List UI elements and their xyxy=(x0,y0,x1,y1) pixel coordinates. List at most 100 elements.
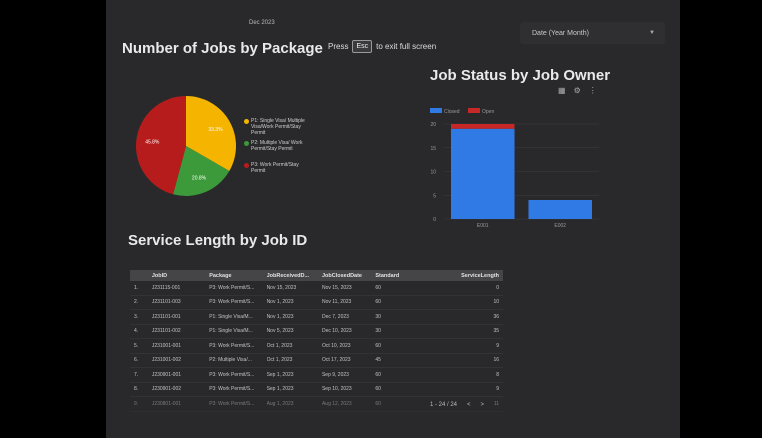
table-cell: 8 xyxy=(496,371,500,378)
title-job-status: Job Status by Job Owner xyxy=(430,67,611,84)
table-cell: 60 xyxy=(375,342,381,349)
legend-dot-p2 xyxy=(244,141,249,146)
table-cell: 3. xyxy=(134,313,139,320)
table-cell: 2. xyxy=(134,299,139,306)
table-row[interactable]: 2. J231101-003 P3: Work Permit/S... Nov 1, … xyxy=(130,296,503,310)
table-cell: Sep 1, 2023 xyxy=(266,386,294,393)
table-cell: Aug 1, 2023 xyxy=(266,400,294,407)
banner-post-text: to exit full screen xyxy=(376,42,437,51)
prev-page-button[interactable]: < xyxy=(467,402,471,408)
banner-pre-text: Press xyxy=(328,42,349,51)
table-row[interactable]: 4. J231101-002 P1: Single Visa/M... Nov 5, … xyxy=(130,325,503,339)
table-cell: P3: Work Permit/S... xyxy=(209,386,255,393)
x-tick-label: E001 xyxy=(477,223,489,229)
table-row[interactable]: 6. J231001-002 P2: Multiple Visa/... Oct 1,… xyxy=(130,354,503,368)
more-vert-icon[interactable]: ⋮ xyxy=(589,86,597,95)
bar-legend-swatch-open xyxy=(468,108,480,113)
table-cell: 7. xyxy=(134,371,139,378)
letterbox-left xyxy=(0,0,106,438)
table-cell: Nov 5, 2023 xyxy=(266,328,294,335)
table-cell: Nov 15, 2023 xyxy=(266,284,297,291)
bar-legend-swatch-closed xyxy=(430,108,442,113)
filter-icon[interactable]: ⚙ xyxy=(574,86,581,95)
table-cell: 9 xyxy=(496,386,500,393)
table-cell: Sep 9, 2023 xyxy=(321,371,349,378)
table-row[interactable]: 8. J230901-002 P3: Work Permit/S... Sep 1, … xyxy=(130,383,503,397)
chevron-down-icon: ▼ xyxy=(649,30,655,36)
bar-e002-closed[interactable] xyxy=(528,200,593,219)
table-cell: P3: Work Permit/S... xyxy=(209,284,255,291)
export-icon[interactable]: ▦ xyxy=(558,86,566,95)
header-month: Dec 2023 xyxy=(249,20,275,26)
legend-label-p3: P3: Work Permit/Stay Permit xyxy=(251,162,299,174)
col-package[interactable]: Package xyxy=(209,273,266,279)
esc-key: Esc xyxy=(352,40,373,53)
next-page-button[interactable]: > xyxy=(481,402,485,408)
table-cell: 60 xyxy=(375,299,381,306)
table-cell: J231001-001 xyxy=(151,342,182,349)
table-cell: Nov 11, 2023 xyxy=(321,299,352,306)
table-cell: Nov 1, 2023 xyxy=(266,313,294,320)
bar-legend-label-open: Open xyxy=(482,109,494,115)
table-pager: 1 - 24 / 24 < > xyxy=(430,402,484,408)
chart-toolbar: ▦ ⚙ ⋮ xyxy=(558,86,597,95)
table-cell: Nov 15, 2023 xyxy=(321,284,352,291)
table-row[interactable]: 3. J231101-001 P1: Single Visa/M... Nov 1, … xyxy=(130,310,503,325)
col-received[interactable]: JobReceivedD... xyxy=(267,273,322,279)
table-cell: Oct 10, 2023 xyxy=(321,342,351,349)
table-cell: 4. xyxy=(134,328,139,335)
legend-dot-p1 xyxy=(244,119,249,124)
y-tick-label: 15 xyxy=(430,146,436,152)
table-cell: 60 xyxy=(375,386,381,393)
table-cell: J230901-001 xyxy=(151,371,182,378)
pie-label-2: 20.8% xyxy=(192,175,207,181)
table-cell: P3: Work Permit/S... xyxy=(209,342,255,349)
table-cell: J231101-002 xyxy=(151,328,181,335)
col-closed[interactable]: JobClosedDate xyxy=(322,273,375,279)
col-standard[interactable]: Standard xyxy=(375,273,415,279)
table-row[interactable]: 1. J231115-001 P3: Work Permit/S... Nov 15,… xyxy=(130,281,503,296)
table-cell: Oct 17, 2023 xyxy=(321,357,351,364)
table-cell: P3: Work Permit/S... xyxy=(209,299,255,306)
pager-range: 1 - 24 / 24 xyxy=(430,402,458,408)
col-jobid[interactable]: JobID xyxy=(152,273,209,279)
table-cell: Dec 10, 2023 xyxy=(321,328,352,335)
table-row[interactable]: 7. J230901-001 P3: Work Permit/S... Sep 1, … xyxy=(130,368,503,383)
y-tick-label: 10 xyxy=(430,170,436,176)
bar-legend-label-closed: Closed xyxy=(444,109,460,115)
date-filter-dropdown[interactable]: Date (Year Month) ▼ xyxy=(520,22,665,44)
col-service-length[interactable]: ServiceLength xyxy=(415,273,503,279)
table-cell: 1. xyxy=(134,284,139,291)
legend-dot-p3 xyxy=(244,163,249,168)
table-cell: 10 xyxy=(493,299,500,306)
date-filter-label: Date (Year Month) xyxy=(532,29,589,37)
table-cell: P1: Single Visa/M... xyxy=(209,328,253,335)
table-cell: Oct 1, 2023 xyxy=(266,342,293,349)
bar-e001-closed[interactable] xyxy=(450,128,515,219)
table-cell: J230901-002 xyxy=(151,386,182,393)
table-cell: Nov 1, 2023 xyxy=(266,299,294,306)
fullscreen-banner: Press Esc to exit full screen xyxy=(328,40,436,53)
table-cell: 16 xyxy=(493,357,500,364)
title-service-length: Service Length by Job ID xyxy=(128,232,308,249)
table-cell: Oct 1, 2023 xyxy=(266,357,293,364)
legend-label-p2: P2: Multiple Visa/ Work Permit/Stay Perm… xyxy=(251,140,303,152)
table-cell: 60 xyxy=(375,371,381,378)
bar-e001-open[interactable] xyxy=(450,124,515,129)
letterbox-right xyxy=(680,0,762,438)
pie-label-1: 33.3% xyxy=(208,127,223,133)
table-cell: J230801-001 xyxy=(151,400,182,407)
table-cell: J231101-001 xyxy=(151,313,181,320)
pie-label-3: 45.8% xyxy=(145,140,160,146)
table-cell: 8. xyxy=(134,386,139,393)
table-cell: J231101-003 xyxy=(151,299,181,306)
table-cell: 60 xyxy=(375,400,381,407)
table-cell: 30 xyxy=(375,328,381,335)
table-cell: J231001-002 xyxy=(151,357,182,364)
legend-label-p1: P1: Single Visa/ Multiple Visa/Work Perm… xyxy=(251,118,305,136)
report-canvas: Dec 2023 Date (Year Month) ▼ Number of J… xyxy=(106,0,680,438)
table-cell: P3: Work Permit/S... xyxy=(209,400,255,407)
table-header: JobID Package JobReceivedD... JobClosedD… xyxy=(130,270,503,281)
bar-chart: Closed Open 0 5 10 15 20 E001 E002 xyxy=(430,108,599,229)
table-row[interactable]: 5. J231001-001 P3: Work Permit/S... Oct 1, … xyxy=(130,339,503,354)
